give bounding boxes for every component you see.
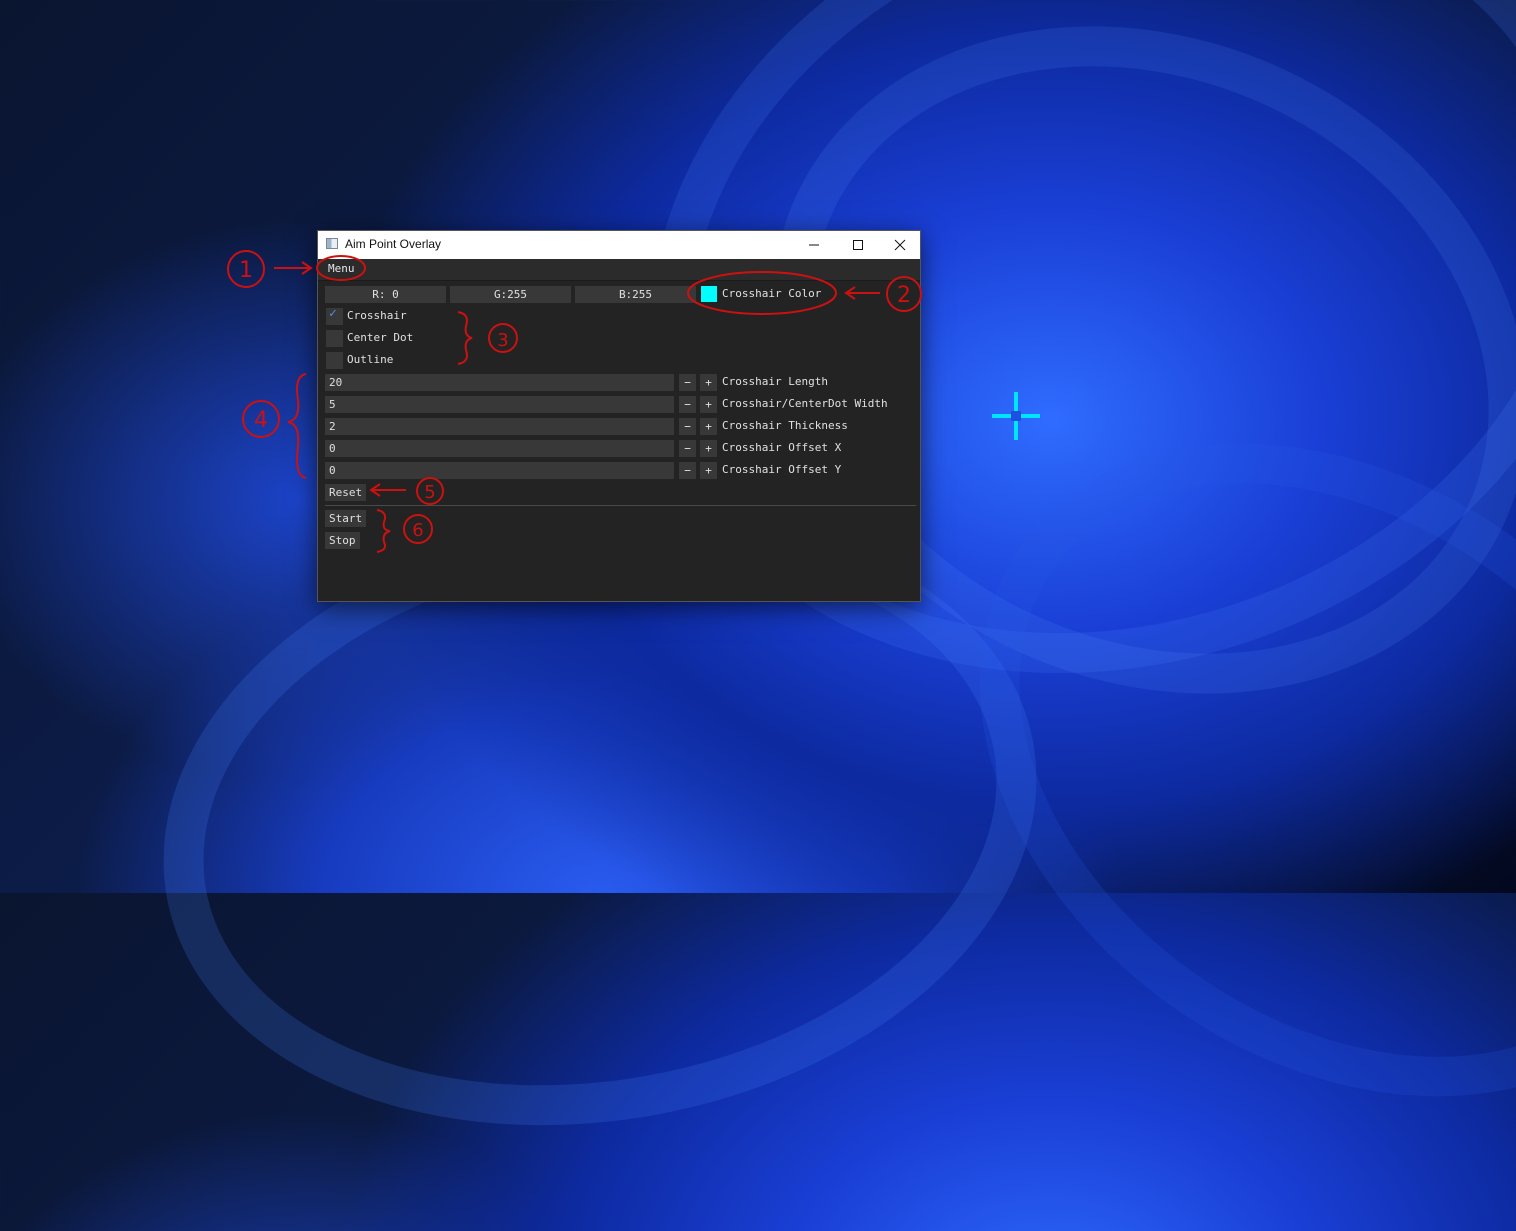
crosshair-width-label: Crosshair/CenterDot Width: [722, 397, 888, 410]
crosshair-overlay: [992, 392, 1040, 440]
maximize-button[interactable]: [836, 231, 880, 259]
increment-button[interactable]: +: [700, 396, 717, 413]
outline-checkbox[interactable]: [326, 352, 343, 369]
crosshair-thickness-input[interactable]: 2: [325, 418, 674, 435]
app-window: Aim Point Overlay Menu R: 0 G:255 B:255 …: [317, 230, 921, 602]
close-icon: [894, 239, 906, 251]
crosshair-length-label: Crosshair Length: [722, 375, 828, 388]
crosshair-thickness-label: Crosshair Thickness: [722, 419, 848, 432]
decrement-button[interactable]: −: [679, 440, 696, 457]
crosshair-length-input[interactable]: 20: [325, 374, 674, 391]
annotation-circle-4: [242, 400, 280, 438]
reset-button[interactable]: Reset: [325, 484, 367, 501]
crosshair-offset-y-input[interactable]: 0: [325, 462, 674, 479]
outline-option-label: Outline: [347, 353, 394, 366]
menu-button[interactable]: Menu: [324, 261, 359, 276]
green-input[interactable]: G:255: [450, 286, 571, 303]
annotation-number-4: 4: [254, 408, 268, 433]
decrement-button[interactable]: −: [679, 396, 696, 413]
minimize-button[interactable]: [792, 231, 836, 259]
blue-input[interactable]: B:255: [575, 286, 696, 303]
increment-button[interactable]: +: [700, 418, 717, 435]
annotation-number-1: 1: [239, 258, 253, 283]
decrement-button[interactable]: −: [679, 418, 696, 435]
close-button[interactable]: [878, 231, 922, 259]
crosshair-option-label: Crosshair: [347, 309, 407, 322]
window-title: Aim Point Overlay: [345, 237, 442, 251]
start-button[interactable]: Start: [325, 510, 367, 527]
crosshair-gap: [1011, 411, 1021, 421]
red-input[interactable]: R: 0: [325, 286, 446, 303]
maximize-icon: [853, 240, 863, 250]
minimize-icon: [809, 244, 819, 246]
crosshair-checkbox[interactable]: ✓: [326, 306, 343, 325]
divider: [325, 505, 916, 506]
decrement-button[interactable]: −: [679, 374, 696, 391]
app-icon: [326, 238, 338, 249]
center-dot-checkbox[interactable]: [326, 330, 343, 347]
increment-button[interactable]: +: [700, 462, 717, 479]
menu-bar: Menu: [318, 259, 920, 281]
stop-button[interactable]: Stop: [325, 532, 360, 549]
title-bar[interactable]: Aim Point Overlay: [318, 231, 920, 259]
crosshair-color-label: Crosshair Color: [722, 287, 822, 300]
checkmark-icon: ✓: [329, 306, 337, 321]
increment-button[interactable]: +: [700, 440, 717, 457]
crosshair-offset-y-label: Crosshair Offset Y: [722, 463, 842, 476]
crosshair-offset-x-label: Crosshair Offset X: [722, 441, 842, 454]
increment-button[interactable]: +: [700, 374, 717, 391]
decrement-button[interactable]: −: [679, 462, 696, 479]
crosshair-offset-x-input[interactable]: 0: [325, 440, 674, 457]
annotation-brace-4: [287, 373, 307, 479]
annotation-circle-1: [227, 250, 265, 288]
crosshair-width-input[interactable]: 5: [325, 396, 674, 413]
color-swatch[interactable]: [701, 286, 717, 302]
center-dot-option-label: Center Dot: [347, 331, 414, 344]
